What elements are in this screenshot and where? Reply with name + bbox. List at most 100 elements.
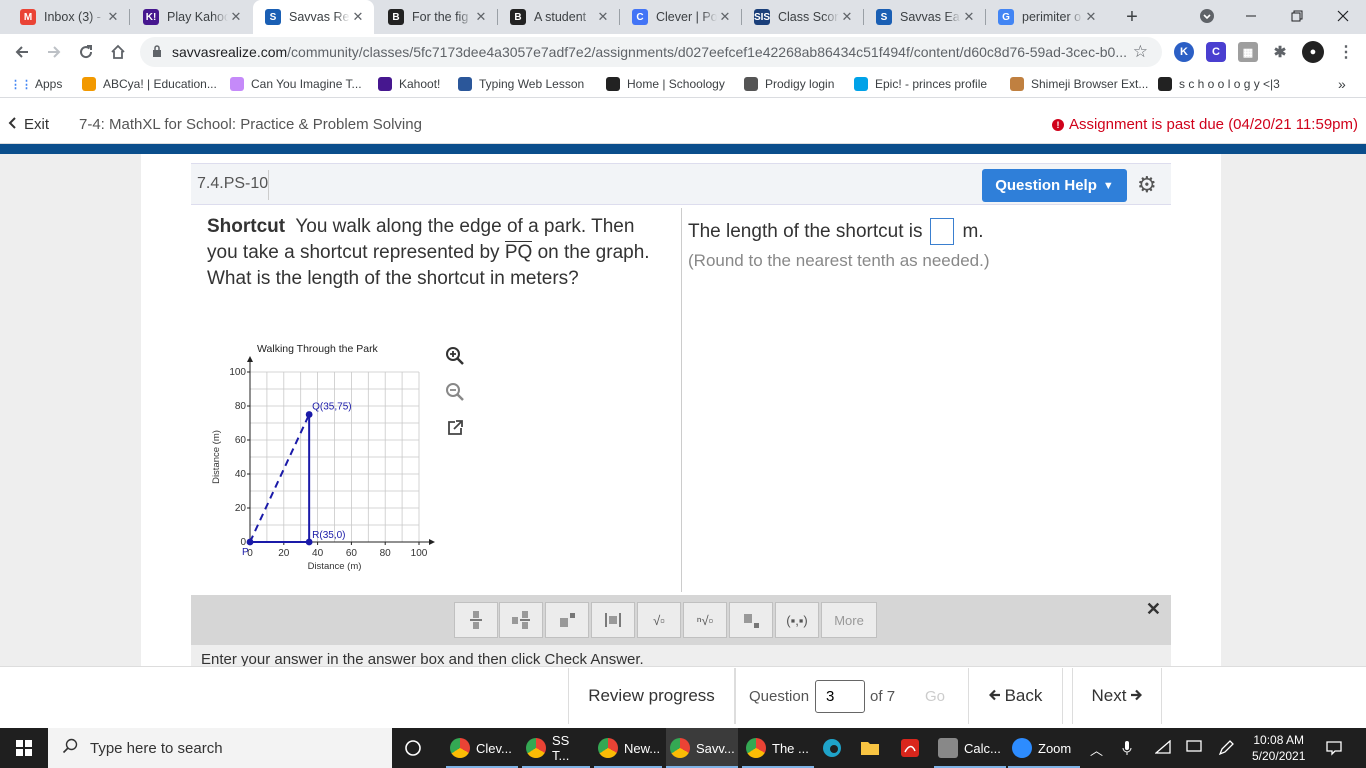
taskbar-app-icon [1012,738,1032,758]
bookmark-item[interactable]: Prodigy login [744,75,834,93]
display-icon[interactable] [1186,740,1202,757]
k-extension-icon[interactable]: K [1174,42,1194,62]
go-button[interactable]: Go [903,668,967,724]
minimize-icon[interactable] [1228,0,1274,32]
more-button[interactable]: More [821,602,877,638]
bookmarks-overflow-button[interactable]: » [1338,75,1346,93]
instructions: Enter your answer in the answer box and … [191,645,1171,668]
bookmark-item[interactable]: Kahoot! [378,75,440,93]
next-button[interactable]: Next [1072,668,1162,724]
bookmark-label: Shimeji Browser Ext... [1031,77,1149,91]
network-icon[interactable] [1154,739,1171,757]
square-root-button[interactable]: √▫ [637,602,681,638]
bookmark-item[interactable]: ⋮⋮ Apps [10,75,62,93]
tab-close-icon[interactable]: ✕ [350,9,366,25]
exponent-button[interactable] [545,602,589,638]
nth-root-button[interactable]: ⁿ√▫ [683,602,727,638]
new-tab-button[interactable]: + [1119,4,1145,30]
x-tick-label: 20 [278,548,290,559]
chevron-left-icon [8,116,16,133]
microphone-icon[interactable] [1122,740,1132,759]
fraction-button[interactable] [454,602,498,638]
bookmark-item[interactable]: Typing Web Lesson [458,75,584,93]
subscript-button[interactable] [729,602,773,638]
tab-close-icon[interactable]: ✕ [961,9,977,25]
edge-icon[interactable] [818,728,844,768]
zoom-out-icon[interactable] [442,379,467,404]
review-progress-button[interactable]: Review progress [568,668,735,724]
absolute-value-button[interactable] [591,602,635,638]
tab-close-icon[interactable]: ✕ [105,9,121,25]
forward-arrow-icon[interactable] [40,38,68,66]
back-arrow-icon[interactable] [8,38,36,66]
tab-close-icon[interactable]: ✕ [1083,9,1099,25]
home-icon[interactable] [104,38,132,66]
question-number-input[interactable] [815,679,866,713]
question-help-button[interactable]: Question Help ▼ [982,169,1127,202]
ordered-pair-button[interactable]: (▪,▪) [775,602,819,638]
close-toolbar-icon[interactable]: ✕ [1146,599,1161,620]
tab-close-icon[interactable]: ✕ [839,9,855,25]
popout-icon[interactable] [442,415,467,440]
browser-tab[interactable]: M Inbox (3) - ✕ [8,0,129,34]
taskbar-app-icon [670,738,690,758]
bookmark-item[interactable]: ABCya! | Education... [82,75,217,93]
taskbar-app[interactable]: Zoom [1008,728,1080,768]
browser-tab[interactable]: C Clever | Po ✕ [620,0,741,34]
tab-close-icon[interactable]: ✕ [717,9,733,25]
tab-close-icon[interactable]: ✕ [473,9,489,25]
bookmark-item[interactable]: s c h o o l o g y <|3 [1158,75,1280,93]
tray-chevron-icon[interactable]: ︿ [1090,740,1103,759]
tab-close-icon[interactable]: ✕ [228,9,244,25]
pen-icon[interactable] [1218,740,1234,759]
c-extension-icon[interactable]: C [1206,42,1226,62]
puzzle-extensions-icon[interactable]: ✱ [1270,42,1290,62]
acrobat-icon[interactable] [896,728,922,768]
browser-tab[interactable]: S Savvas Rea ✕ [253,0,374,34]
question-selector: Question of 7 [735,668,903,724]
browser-tab[interactable]: B For the fig ✕ [376,0,497,34]
task-view-icon[interactable] [400,728,432,768]
zoom-in-icon[interactable] [442,343,467,368]
browser-tab[interactable]: S Savvas Eas ✕ [864,0,985,34]
profile-avatar[interactable]: ● [1302,41,1324,63]
tab-close-icon[interactable]: ✕ [595,9,611,25]
restore-icon[interactable] [1274,0,1320,32]
tab-search-icon[interactable] [1184,0,1230,32]
mixed-number-button[interactable] [499,602,543,638]
taskbar-app[interactable]: Savv... [666,728,738,768]
taskbar-search[interactable]: Type here to search [48,728,392,768]
taskbar-app[interactable]: The ... [742,728,814,768]
address-bar[interactable]: savvasrealize.com/community/classes/5fc7… [140,37,1162,67]
taskbar-app[interactable]: Calc... [934,728,1006,768]
taskbar-app[interactable]: New... [594,728,662,768]
x-tick-label: 80 [380,548,392,559]
bookmark-item[interactable]: Shimeji Browser Ext... [1010,75,1148,93]
browser-menu-icon[interactable]: ⋮ [1336,42,1356,62]
back-button[interactable]: Back [968,668,1063,724]
browser-tab[interactable]: SIS Class Score ✕ [742,0,863,34]
tab-label: For the fig [412,10,469,24]
image-extension-icon[interactable]: ▦ [1238,42,1258,62]
reload-icon[interactable] [72,38,100,66]
browser-tab[interactable]: K! Play Kahoo ✕ [131,0,252,34]
lock-icon [152,44,162,60]
browser-tab[interactable]: B A student ✕ [498,0,619,34]
browser-tab[interactable]: Gperimiter o ✕ [986,0,1107,34]
tab-label: A student [534,10,587,24]
close-window-icon[interactable] [1320,0,1366,32]
bookmark-item[interactable]: Can You Imagine T... [230,75,362,93]
taskbar-app[interactable]: SS T... [522,728,590,768]
question-label: Question [749,687,810,705]
taskbar-clock[interactable]: 10:08 AM 5/20/2021 [1252,732,1305,764]
gear-icon[interactable]: ⚙ [1137,172,1157,198]
bookmark-star-icon[interactable]: ☆ [1133,42,1148,62]
exit-button[interactable]: Exit [8,116,49,133]
bookmark-item[interactable]: Epic! - princes profile [854,75,987,93]
notifications-icon[interactable] [1326,740,1342,759]
windows-start-icon[interactable] [0,728,48,768]
bookmark-item[interactable]: Home | Schoology [606,75,725,93]
taskbar-app[interactable]: Clev... [446,728,518,768]
file-explorer-icon[interactable] [856,728,882,768]
answer-input[interactable] [930,218,955,245]
